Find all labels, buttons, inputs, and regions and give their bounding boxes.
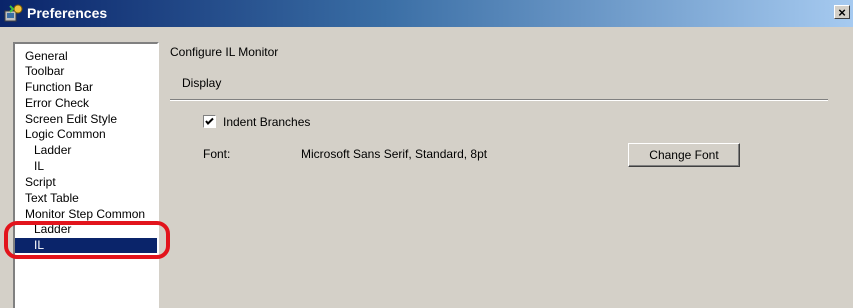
display-group-label: Display — [182, 76, 222, 90]
nav-item-logic-il[interactable]: IL — [15, 159, 157, 174]
nav-item-screen-edit-style[interactable]: Screen Edit Style — [15, 112, 157, 127]
nav-item-monitor-ladder[interactable]: Ladder — [15, 222, 157, 237]
nav-item-logic-ladder[interactable]: Ladder — [15, 143, 157, 158]
font-label: Font: — [203, 147, 231, 161]
dialog-body: General Toolbar Function Bar Error Check… — [0, 27, 853, 308]
indent-branches-checkbox[interactable] — [203, 115, 216, 128]
nav-item-function-bar[interactable]: Function Bar — [15, 80, 157, 95]
preferences-category-list[interactable]: General Toolbar Function Bar Error Check… — [13, 42, 159, 308]
preferences-app-icon — [4, 4, 24, 22]
nav-item-monitor-il[interactable]: IL — [15, 238, 157, 253]
group-divider-highlight — [170, 100, 828, 101]
nav-item-error-check[interactable]: Error Check — [15, 96, 157, 111]
window-title: Preferences — [27, 5, 108, 21]
nav-item-toolbar[interactable]: Toolbar — [15, 64, 157, 79]
panel-title: Configure IL Monitor — [170, 45, 279, 59]
checkmark-icon — [205, 117, 214, 125]
title-bar: Preferences × — [0, 0, 853, 27]
nav-item-general[interactable]: General — [15, 49, 157, 64]
nav-item-script[interactable]: Script — [15, 175, 157, 190]
nav-item-text-table[interactable]: Text Table — [15, 191, 157, 206]
indent-branches-label[interactable]: Indent Branches — [223, 115, 310, 129]
close-button[interactable]: × — [834, 5, 850, 19]
font-value: Microsoft Sans Serif, Standard, 8pt — [301, 147, 488, 161]
change-font-button[interactable]: Change Font — [628, 143, 740, 167]
nav-item-logic-common[interactable]: Logic Common — [15, 127, 157, 142]
nav-item-monitor-step-common[interactable]: Monitor Step Common — [15, 207, 157, 222]
